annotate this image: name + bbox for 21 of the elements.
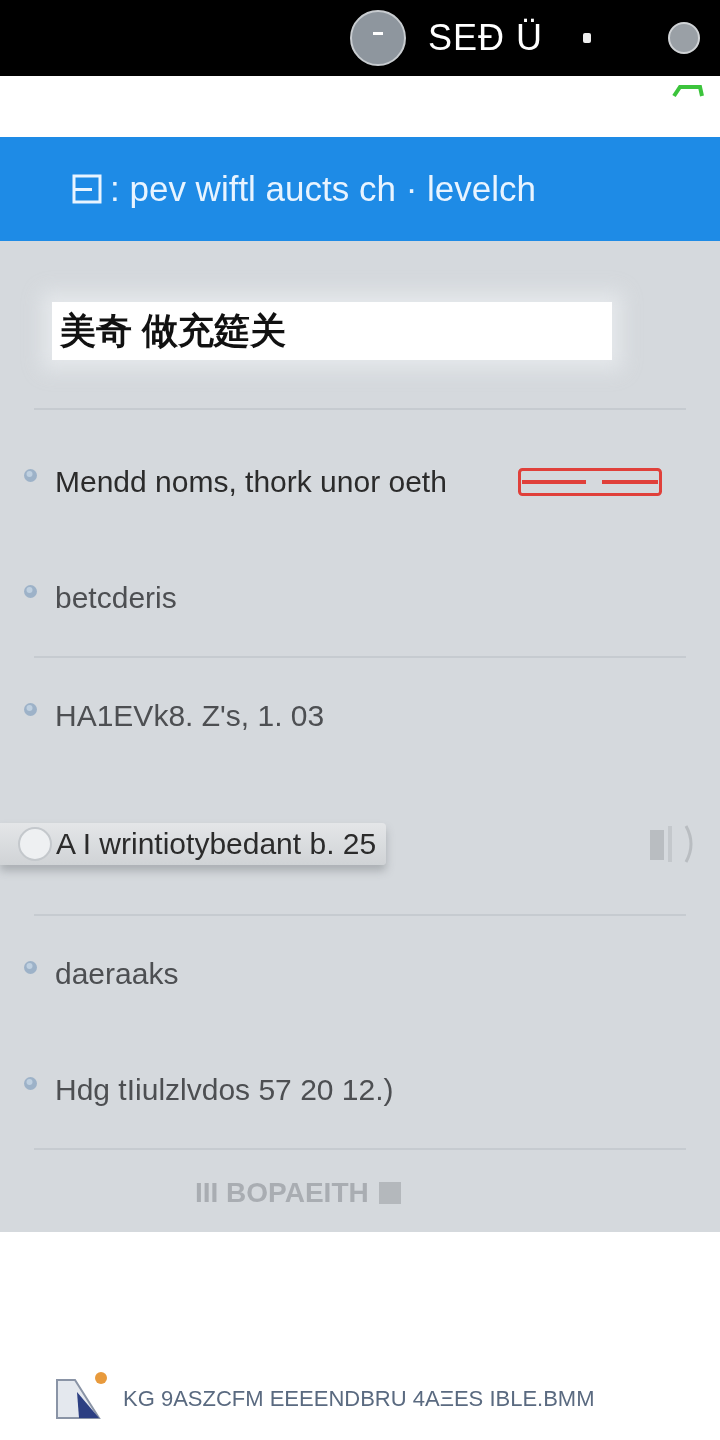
bullet-dot-icon xyxy=(24,702,37,716)
bar-mark-icon xyxy=(518,468,662,496)
list-item-text: daeraaks xyxy=(55,957,179,991)
footer-text: KG 9ASZCFM EEEENDBRU 4AΞES IBLE.BMM xyxy=(123,1386,595,1412)
list-item-text: betcderis xyxy=(55,581,177,615)
bullet-dot-icon xyxy=(24,1076,37,1090)
circle-icon[interactable] xyxy=(668,22,700,54)
bullet-dot-icon xyxy=(24,468,37,482)
bullet-dot-icon xyxy=(24,960,37,974)
list-item-text: Mendd noms, thork unor oeth xyxy=(55,465,447,499)
minus-circle-icon[interactable] xyxy=(350,10,406,66)
square-minus-icon[interactable] xyxy=(72,174,102,204)
list-item-text: Hdg tIiulzlvdos 57 20 12.) xyxy=(55,1073,394,1107)
header-title: : pev wiftl aucts ch · levelch xyxy=(110,169,536,209)
bullet-dot-icon xyxy=(24,584,37,598)
list-item-text: HA1EVk8. Z's, 1. 03 xyxy=(55,699,325,733)
status-text: SEÐ Ü xyxy=(428,17,544,59)
block-icon xyxy=(378,1179,401,1206)
search-field[interactable]: 美奇 做充筵关 xyxy=(52,302,612,360)
list-item-text: A I wrintiotybedant b. 25 xyxy=(56,827,377,861)
arc-icon xyxy=(672,84,704,98)
